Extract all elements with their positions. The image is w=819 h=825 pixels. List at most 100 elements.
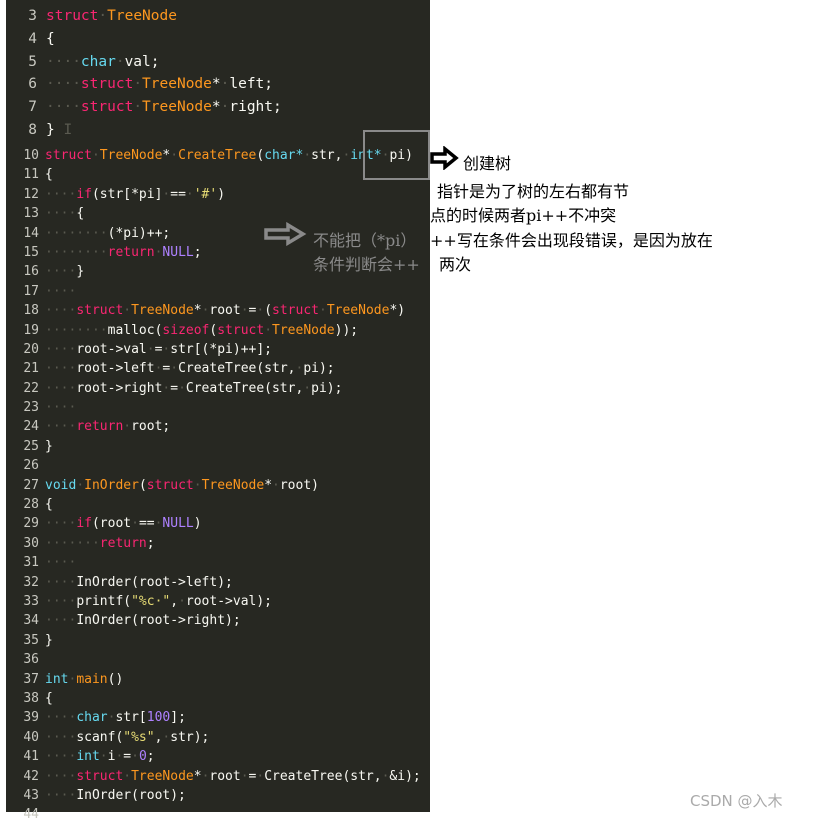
code-text: void·InOrder(struct·TreeNode*·root) [45,476,319,495]
line-number: 7 [28,99,37,116]
code-token: printf( [76,593,132,609]
code-token: { [46,30,55,47]
code-token: *) [389,303,406,319]
line-number: 37 [23,671,39,687]
code-text: ········return·NULL; [45,243,202,262]
code-token: root) [279,477,319,493]
annotation-note-4: 两次 [439,255,472,274]
code-token: ···· [45,768,77,784]
line-number: 44 [23,807,39,823]
code-token: struct [80,76,134,93]
code-token: return [107,244,155,260]
code-line: 20 ····root->val·=·str[(*pi)++]; [6,340,430,359]
code-line: 43 ····InOrder(root); [6,786,430,805]
code-token: · [185,186,194,202]
code-token: ···· [45,613,77,629]
code-token: * [193,303,202,319]
code-token: · [115,53,125,70]
code-text: } [45,437,53,456]
code-token: ···· [46,99,81,116]
code-token: return [76,419,124,435]
annotation-gray-2: 条件判断会++ [313,255,420,274]
line-number: 11 [23,167,39,183]
code-token: · [240,768,249,784]
code-token: int [76,749,100,765]
line-number: 43 [23,787,39,803]
code-text: ········(*pi)++; [45,224,170,243]
code-token: ···· [45,555,77,571]
code-token: · [193,477,202,493]
code-line: 3 struct·TreeNode [6,5,430,28]
code-token: root [209,303,241,319]
code-token: · [256,303,265,319]
code-token: == [170,186,186,202]
code-line: 19 ········malloc(sizeof(struct·TreeNode)… [6,321,430,340]
code-block-struct: 3 struct·TreeNode 4{5 ····char·val; 6 ····str… [6,5,430,142]
code-line: 32 ····InOrder(root->left); [6,573,430,592]
line-number: 25 [23,438,39,454]
line-number: 41 [23,749,39,765]
code-token: ···· [45,516,77,532]
code-token: CreateTree(str, [178,361,296,377]
code-token: · [131,516,139,532]
code-line: 37 int·main() [6,670,430,689]
code-token: · [178,380,186,396]
code-token: · [76,477,85,493]
code-token: , [170,593,179,609]
code-line: 34 ····InOrder(root->right); [6,611,430,630]
line-number: 27 [23,477,39,493]
code-token: char [76,710,108,726]
code-token: pi); [303,361,335,377]
code-token: ) [217,186,226,202]
code-line: 33 ····printf("%c·",·root->val); [6,592,430,611]
code-token: struct [80,99,134,116]
code-line: 18 ····struct·TreeNode*·root·=·(struct·Tr… [6,301,430,320]
code-text: ····} [45,262,84,281]
code-token: CreateTree(str, [264,768,382,784]
code-token: ···· [45,206,77,222]
annotation-create-tree: 创建树 [463,154,512,173]
code-token: TreeNode [272,322,335,338]
line-number: 5 [28,53,37,70]
code-editor: 3 struct·TreeNode 4{5 ····char·val; 6 ····str… [6,0,430,822]
line-number: 20 [23,341,39,357]
code-line: 39 ····char·str[100]; [6,708,430,727]
code-token: malloc( [107,322,163,338]
code-text: ····struct·TreeNode*·root·=·CreateTree(s… [45,767,421,786]
code-token: str, [311,148,343,163]
code-text: ···· [45,282,76,301]
code-line: 21 ····root->left·=·CreateTree(str,·pi); [6,359,430,378]
code-token: · [264,322,273,338]
code-token: str[(*pi)++]; [170,341,272,357]
code-token: = [170,380,179,396]
code-token: TreeNode [131,768,194,784]
code-token: ········ [45,244,108,260]
code-token: ···· [45,303,77,319]
code-token: ···· [46,76,81,93]
code-token: { [45,167,53,183]
code-text: ····char·str[100]; [45,708,186,727]
code-token: '#' [193,186,218,202]
code-text: ····return·root; [45,417,170,436]
line-number: 34 [23,613,39,629]
code-token: ( [256,148,265,163]
code-token: root->val [76,341,147,357]
code-line: 42 ····struct·TreeNode*·root·=·CreateTree… [6,767,430,786]
code-token: · [133,76,143,93]
code-token: · [178,593,186,609]
code-token: TreeNode [131,303,194,319]
code-token: struct [46,8,99,24]
code-line: 26 [6,456,430,475]
line-number: 12 [23,186,39,202]
code-token: ···· [45,361,77,377]
code-token: ···· [45,400,77,416]
code-line: 28 { [6,495,430,514]
code-token: ···· [46,53,81,70]
watermark: CSDN @入木 [690,792,783,810]
code-line: 30 ·······return; [6,534,430,553]
line-number: 38 [23,690,39,706]
code-text: ····printf("%c·",·root->val); [45,592,272,611]
code-token: ···· [45,787,77,803]
code-token: str[ [115,710,147,726]
code-token: struct [272,303,319,319]
